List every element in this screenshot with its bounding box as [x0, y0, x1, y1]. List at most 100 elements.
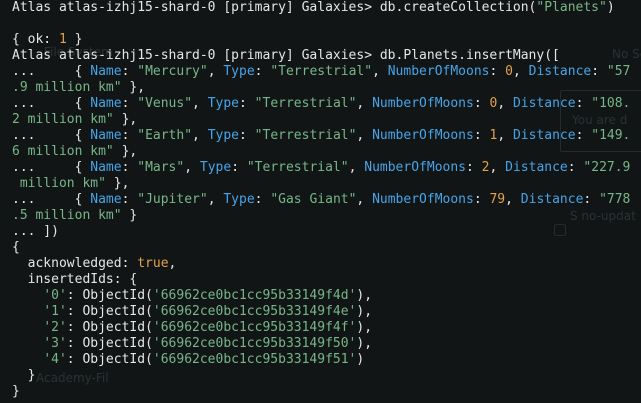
terminal-line: ... { Name: "Mercury", Type: "Terrestria… — [12, 64, 641, 80]
terminal-token-plain: : — [239, 96, 255, 111]
terminal-line: '4': ObjectId('66962ce0bc1cc95b33149f51'… — [12, 352, 641, 368]
terminal-token-plain: , — [489, 160, 506, 175]
terminal-token-str: "149. — [591, 128, 631, 143]
terminal-token-key: Distance — [512, 128, 576, 143]
terminal-token-key: NumberOfMoons — [372, 96, 474, 111]
terminal-line: ... { Name: "Jupiter", Type: "Gas Giant"… — [12, 192, 641, 208]
terminal-token-str: "57 — [606, 64, 631, 79]
terminal-token-str: "778 — [599, 192, 631, 207]
terminal-token-str: '66962ce0bc1cc95b33149f50' — [152, 336, 357, 351]
terminal-token-plain: acknowledged: — [12, 256, 138, 271]
terminal-token-plain: { ok: — [12, 32, 59, 47]
terminal-token-plain: { — [12, 240, 20, 255]
terminal-token-plain: : — [489, 64, 506, 79]
terminal-token-bool: true — [137, 256, 169, 271]
terminal-token-plain — [12, 352, 43, 367]
terminal-token-plain: ... { — [12, 64, 91, 79]
terminal-token-plain — [12, 304, 43, 319]
terminal-line: Atlas atlas-izhj15-shard-0 [primary] Gal… — [12, 48, 641, 64]
terminal-token-key: Distance — [528, 64, 592, 79]
terminal-token-plain: : — [473, 96, 490, 111]
terminal-token-plain: , — [192, 128, 208, 143]
terminal-line: { ok: 1 } — [12, 32, 641, 48]
terminal-token-key: NumberOfMoons — [372, 128, 474, 143]
terminal-token-str: '66962ce0bc1cc95b33149f4f' — [152, 320, 357, 335]
terminal-token-plain: : — [121, 192, 138, 207]
terminal-token-str: million km" — [12, 176, 106, 191]
terminal-token-str: '66962ce0bc1cc95b33149f51' — [152, 352, 357, 367]
terminal-token-plain: ... ]) — [12, 224, 59, 239]
terminal-token-plain: ... { — [12, 160, 91, 175]
terminal-token-num: 0 — [505, 64, 513, 79]
terminal-token-plain: : — [567, 160, 584, 175]
terminal-token-str: '1' — [43, 304, 67, 319]
terminal-token-plain: Atlas atlas-izhj15-shard-0 [primary] Gal… — [12, 0, 537, 15]
terminal-token-str: '4' — [43, 352, 67, 367]
terminal-token-plain: insertedIds: { — [12, 272, 138, 287]
terminal-token-plain: : — [575, 128, 592, 143]
terminal-token-plain: ... { — [12, 96, 91, 111]
terminal-token-str: "Earth" — [137, 128, 193, 143]
terminal-token-key: Name — [90, 128, 122, 143]
terminal-token-plain: ), — [356, 304, 373, 319]
terminal-token-plain: }, — [121, 80, 146, 95]
terminal-line: ... { Name: "Venus", Type: "Terrestrial"… — [12, 96, 641, 112]
terminal-token-plain: : ObjectId( — [66, 288, 153, 303]
terminal-token-key: Type — [207, 128, 240, 143]
terminal-token-plain: : — [121, 64, 138, 79]
terminal-token-str: 6 million km" — [12, 144, 114, 159]
terminal-token-str: '3' — [43, 336, 67, 351]
terminal-token-plain: : — [591, 64, 607, 79]
terminal-token-key: Distance — [505, 160, 568, 175]
terminal-token-str: "Mars" — [137, 160, 185, 175]
terminal-token-plain: : ObjectId( — [66, 320, 153, 335]
terminal-token-str: "Terrestrial" — [246, 160, 349, 175]
terminal-token-key: Type — [199, 160, 232, 175]
terminal-token-str: '2' — [43, 320, 67, 335]
terminal-window[interactable]: File System No Se You are d S no-updat A… — [0, 0, 641, 403]
terminal-token-str: 2 million km" — [12, 112, 114, 127]
terminal-token-plain: ), — [356, 320, 373, 335]
terminal-line: { — [12, 240, 641, 256]
terminal-token-plain: , — [184, 160, 200, 175]
terminal-token-str: .5 million km" — [12, 208, 122, 223]
terminal-token-str: "227.9 — [583, 160, 631, 175]
terminal-token-str: "Mercury" — [137, 64, 208, 79]
terminal-token-str: "108. — [591, 96, 631, 111]
terminal-token-key: Distance — [512, 96, 576, 111]
terminal-token-key: Distance — [520, 192, 584, 207]
terminal-output: Atlas atlas-izhj15-shard-0 [primary] Gal… — [12, 0, 641, 400]
terminal-line: '1': ObjectId('66962ce0bc1cc95b33149f4e'… — [12, 304, 641, 320]
terminal-token-plain: : — [254, 192, 271, 207]
terminal-token-plain: , — [192, 96, 208, 111]
terminal-token-num: 79 — [489, 192, 506, 207]
terminal-token-str: "Venus" — [137, 96, 193, 111]
terminal-token-plain: : ObjectId( — [66, 304, 153, 319]
terminal-line: Atlas atlas-izhj15-shard-0 [primary] Gal… — [12, 0, 641, 16]
terminal-token-plain: , — [207, 64, 224, 79]
terminal-token-plain: , — [348, 160, 365, 175]
terminal-token-plain: : — [231, 160, 247, 175]
terminal-token-plain: , — [356, 96, 373, 111]
terminal-line: '0': ObjectId('66962ce0bc1cc95b33149f4d'… — [12, 288, 641, 304]
terminal-token-plain: : — [239, 128, 255, 143]
terminal-token-plain: : — [583, 192, 600, 207]
terminal-line: .5 million km" } — [12, 208, 641, 224]
terminal-line: } — [12, 384, 641, 400]
terminal-token-plain — [12, 336, 43, 351]
terminal-token-plain: : — [473, 128, 490, 143]
terminal-token-plain: , — [497, 96, 513, 111]
terminal-token-plain: Atlas atlas-izhj15-shard-0 [primary] Gal… — [12, 48, 560, 63]
terminal-token-plain — [12, 320, 43, 335]
terminal-line: '3': ObjectId('66962ce0bc1cc95b33149f50'… — [12, 336, 641, 352]
terminal-token-plain: : — [473, 192, 490, 207]
terminal-token-plain: : — [254, 64, 271, 79]
terminal-token-str: "Terrestrial" — [270, 64, 373, 79]
terminal-token-key: Name — [90, 160, 122, 175]
terminal-line: million km" }, — [12, 176, 641, 192]
terminal-token-key: Type — [223, 192, 255, 207]
terminal-token-plain: ... { — [12, 128, 91, 143]
terminal-token-plain: , — [497, 128, 513, 143]
terminal-token-str: "Jupiter" — [137, 192, 208, 207]
